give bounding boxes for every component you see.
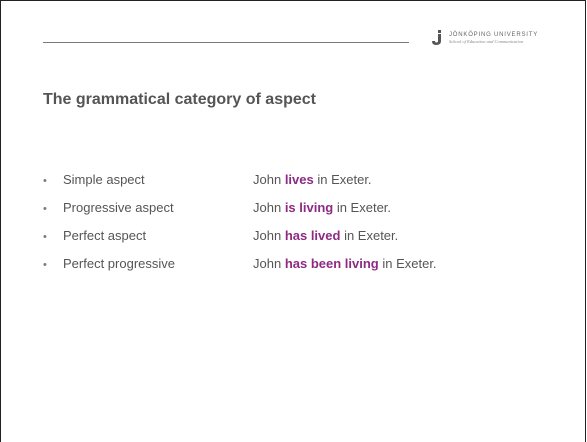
header-divider xyxy=(43,42,409,43)
university-logo: JÖNKÖPING UNIVERSITY School of Education… xyxy=(431,30,538,46)
slide-title: The grammatical category of aspect xyxy=(43,91,316,108)
logo-text: JÖNKÖPING UNIVERSITY School of Education… xyxy=(449,32,538,45)
example-verb: is living xyxy=(284,200,334,215)
bullet-icon: • xyxy=(43,203,47,215)
example-subject: John xyxy=(253,172,285,187)
logo-name: JÖNKÖPING UNIVERSITY xyxy=(449,31,539,38)
example-verb: has been living xyxy=(284,256,379,271)
bullet-icon: • xyxy=(43,259,47,271)
aspect-label: Perfect aspect xyxy=(63,228,147,243)
university-logo-icon xyxy=(431,30,443,46)
example-verb: lives xyxy=(284,172,314,187)
bullet-icon: • xyxy=(43,231,47,243)
bullet-list: • Simple aspect John lives in Exeter. • … xyxy=(43,172,543,284)
example-subject: John xyxy=(253,256,285,271)
example-sentence: John has lived in Exeter. xyxy=(253,228,398,243)
list-item: • Progressive aspect John is living in E… xyxy=(43,200,543,228)
slide: JÖNKÖPING UNIVERSITY School of Education… xyxy=(0,0,586,442)
example-rest: in Exeter. xyxy=(313,172,372,187)
example-sentence: John is living in Exeter. xyxy=(253,200,391,215)
bullet-icon: • xyxy=(43,175,47,187)
aspect-label: Progressive aspect xyxy=(63,200,174,215)
aspect-label: Simple aspect xyxy=(63,172,145,187)
example-sentence: John has been living in Exeter. xyxy=(253,256,437,271)
logo-subtitle: School of Education and Communication xyxy=(449,38,524,44)
example-rest: in Exeter. xyxy=(340,228,399,243)
list-item: • Perfect progressive John has been livi… xyxy=(43,256,543,284)
example-subject: John xyxy=(253,200,285,215)
example-rest: in Exeter. xyxy=(333,200,392,215)
list-item: • Perfect aspect John has lived in Exete… xyxy=(43,228,543,256)
example-verb: has lived xyxy=(284,228,341,243)
example-sentence: John lives in Exeter. xyxy=(253,172,372,187)
aspect-label: Perfect progressive xyxy=(63,256,175,271)
list-item: • Simple aspect John lives in Exeter. xyxy=(43,172,543,200)
example-subject: John xyxy=(253,228,285,243)
example-rest: in Exeter. xyxy=(378,256,437,271)
